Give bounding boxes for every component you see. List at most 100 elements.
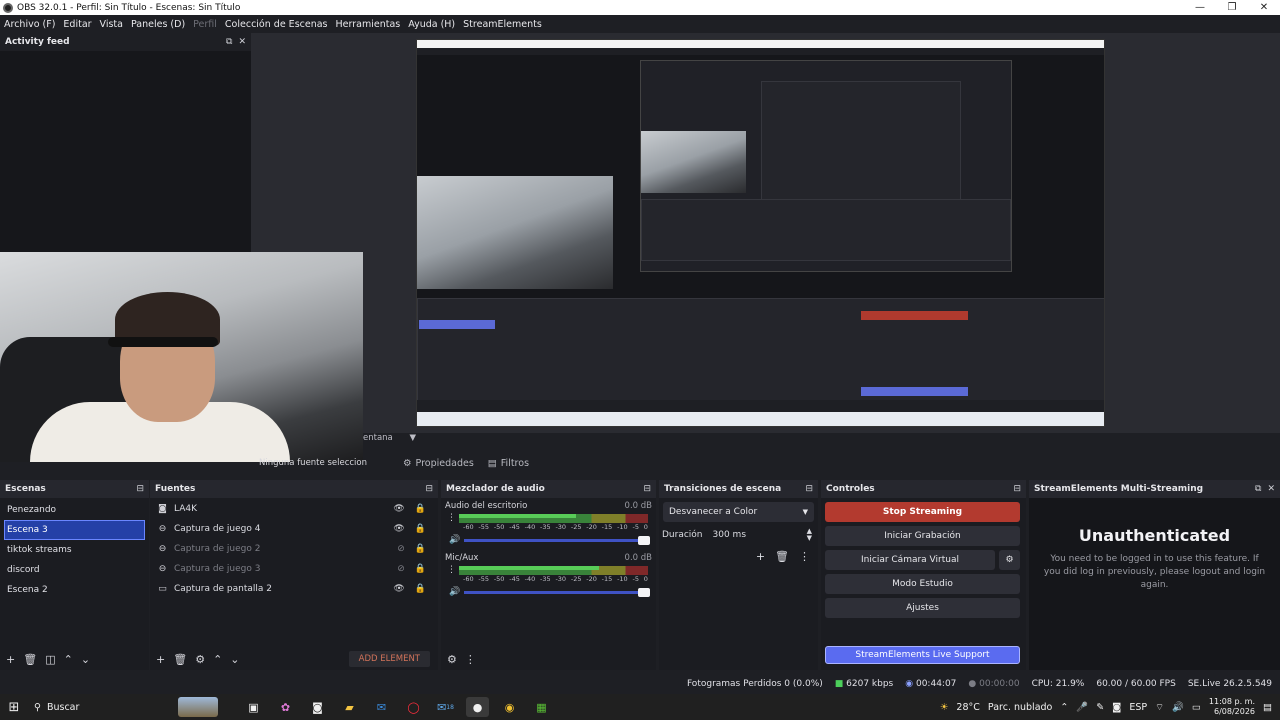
maximize-button[interactable]: ❐: [1216, 2, 1248, 13]
start-recording-button[interactable]: Iniciar Grabación: [825, 526, 1020, 546]
taskbar-search[interactable]: ⚲ Buscar: [28, 697, 218, 717]
menu-paneles[interactable]: Paneles (D): [131, 19, 185, 30]
duration-stepper[interactable]: ▲ ▼: [807, 528, 812, 542]
scene-filters-icon[interactable]: ◫: [45, 653, 55, 666]
close-button[interactable]: ✕: [1248, 2, 1280, 13]
duration-input[interactable]: 300 ms: [713, 530, 797, 540]
scene-item[interactable]: Penezando: [0, 500, 149, 520]
filters-tab[interactable]: ▤ Filtros: [488, 458, 529, 469]
move-down-icon[interactable]: ⌄: [230, 653, 239, 666]
dropdown-caret-icon[interactable]: ▼: [409, 433, 416, 443]
move-down-icon[interactable]: ⌄: [81, 653, 90, 666]
volume-knob[interactable]: [638, 535, 650, 545]
camera-tray-icon[interactable]: ◙: [1112, 702, 1121, 713]
mail-icon[interactable]: ✉ 18: [434, 697, 457, 717]
scene-item[interactable]: discord: [0, 560, 149, 580]
virtual-camera-settings-icon[interactable]: ⚙: [999, 550, 1020, 570]
mixer-menu-icon[interactable]: ⋮: [465, 653, 476, 666]
lock-icon[interactable]: 🔒: [415, 564, 426, 574]
lock-icon[interactable]: 🔒: [415, 524, 426, 534]
menu-herramientas[interactable]: Herramientas: [336, 19, 401, 30]
chrome-icon[interactable]: ◉: [498, 697, 521, 717]
pen-icon[interactable]: ✎: [1096, 702, 1104, 713]
scene-item[interactable]: Escena 2: [0, 580, 149, 600]
channel-menu-icon[interactable]: ⋮: [447, 513, 456, 523]
volume-knob[interactable]: [638, 587, 650, 597]
dock-menu-icon[interactable]: ⊟: [805, 484, 813, 494]
speaker-icon[interactable]: 🔊: [449, 535, 460, 545]
move-up-icon[interactable]: ⌃: [213, 653, 222, 666]
minecraft-icon[interactable]: ▦: [530, 697, 553, 717]
eye-icon[interactable]: 👁: [393, 584, 404, 594]
preview-area[interactable]: [251, 33, 1280, 433]
lock-icon[interactable]: 🔒: [415, 504, 426, 514]
menu-coleccion-escenas[interactable]: Colección de Escenas: [225, 19, 328, 30]
transition-select[interactable]: Desvanecer a Color ▼: [663, 502, 814, 522]
volume-control[interactable]: 🔊: [449, 587, 650, 597]
virtual-camera-button[interactable]: Iniciar Cámara Virtual: [825, 550, 995, 570]
source-item[interactable]: ⊖ Captura de juego 2 ⊘ 🔒: [150, 539, 438, 559]
opera-icon[interactable]: ◯: [402, 697, 425, 717]
menu-streamelements[interactable]: StreamElements: [463, 19, 542, 30]
volume-slider[interactable]: [464, 587, 650, 597]
speaker-icon[interactable]: 🔊: [449, 587, 460, 597]
lock-icon[interactable]: 🔒: [415, 584, 426, 594]
task-view-icon[interactable]: ▣: [242, 697, 265, 717]
file-explorer-icon[interactable]: ▰: [338, 697, 361, 717]
delete-source-icon[interactable]: 🗑: [173, 653, 187, 666]
weather-text[interactable]: Parc. nublado: [988, 702, 1052, 713]
delete-transition-icon[interactable]: 🗑: [775, 550, 789, 563]
outlook-icon[interactable]: ✉: [370, 697, 393, 717]
volume-icon[interactable]: 🔊: [1172, 702, 1184, 713]
camera-app-icon[interactable]: ◙: [306, 697, 329, 717]
settings-button[interactable]: Ajustes: [825, 598, 1020, 618]
properties-tab[interactable]: ⚙ Propiedades: [403, 458, 474, 469]
eye-hidden-icon[interactable]: ⊘: [397, 564, 405, 574]
eye-icon[interactable]: 👁: [393, 524, 404, 534]
float-dock-icon[interactable]: ⧉: [226, 37, 232, 47]
advanced-audio-icon[interactable]: ⚙: [447, 653, 457, 666]
source-item[interactable]: ⊖ Captura de juego 3 ⊘ 🔒: [150, 559, 438, 579]
add-source-icon[interactable]: +: [156, 653, 165, 666]
battery-icon[interactable]: ▭: [1192, 702, 1201, 713]
wifi-icon[interactable]: ⌔: [1155, 702, 1164, 713]
add-element-button[interactable]: ADD ELEMENT: [348, 651, 430, 667]
mic-icon[interactable]: 🎤: [1076, 702, 1088, 713]
lock-icon[interactable]: 🔒: [415, 544, 426, 554]
channel-menu-icon[interactable]: ⋮: [447, 565, 456, 575]
source-item[interactable]: ⊖ Captura de juego 4 👁 🔒: [150, 519, 438, 539]
transition-menu-icon[interactable]: ⋮: [799, 550, 810, 563]
copilot-icon[interactable]: ✿: [274, 697, 297, 717]
scene-item[interactable]: tiktok streams: [0, 540, 149, 560]
move-up-icon[interactable]: ⌃: [64, 653, 73, 666]
close-dock-icon[interactable]: ✕: [238, 37, 246, 47]
menu-archivo[interactable]: Archivo (F): [4, 19, 55, 30]
clock[interactable]: 11:08 p. m. 6/08/2026: [1209, 697, 1255, 717]
close-dock-icon[interactable]: ✕: [1267, 484, 1275, 494]
minimize-button[interactable]: —: [1184, 2, 1216, 13]
notifications-icon[interactable]: ▤: [1263, 702, 1272, 713]
menu-ayuda[interactable]: Ayuda (H): [408, 19, 455, 30]
source-settings-icon[interactable]: ⚙: [195, 653, 205, 666]
dock-menu-icon[interactable]: ⊟: [643, 484, 651, 494]
tray-chevron-icon[interactable]: ⌃: [1060, 702, 1068, 713]
menu-editar[interactable]: Editar: [63, 19, 91, 30]
weather-temp[interactable]: 28°C: [956, 702, 979, 713]
delete-scene-icon[interactable]: 🗑: [23, 653, 37, 666]
source-item[interactable]: ▭ Captura de pantalla 2 👁 🔒: [150, 579, 438, 599]
float-dock-icon[interactable]: ⧉: [1255, 484, 1261, 494]
dock-menu-icon[interactable]: ⊟: [1013, 484, 1021, 494]
scene-item-selected[interactable]: Escena 3: [4, 520, 145, 540]
menu-vista[interactable]: Vista: [100, 19, 123, 30]
language-indicator[interactable]: ESP: [1129, 702, 1147, 713]
source-item[interactable]: ◙ LA4K 👁 🔒: [150, 499, 438, 519]
dock-menu-icon[interactable]: ⊟: [425, 484, 433, 494]
add-scene-icon[interactable]: +: [6, 653, 15, 666]
add-transition-icon[interactable]: +: [756, 550, 765, 563]
volume-control[interactable]: 🔊: [449, 535, 650, 545]
eye-hidden-icon[interactable]: ⊘: [397, 544, 405, 554]
windows-start-icon[interactable]: ⊞: [0, 700, 28, 715]
obs-taskbar-icon[interactable]: ●: [466, 697, 489, 717]
live-support-button[interactable]: StreamElements Live Support: [825, 646, 1020, 664]
stop-streaming-button[interactable]: Stop Streaming: [825, 502, 1020, 522]
